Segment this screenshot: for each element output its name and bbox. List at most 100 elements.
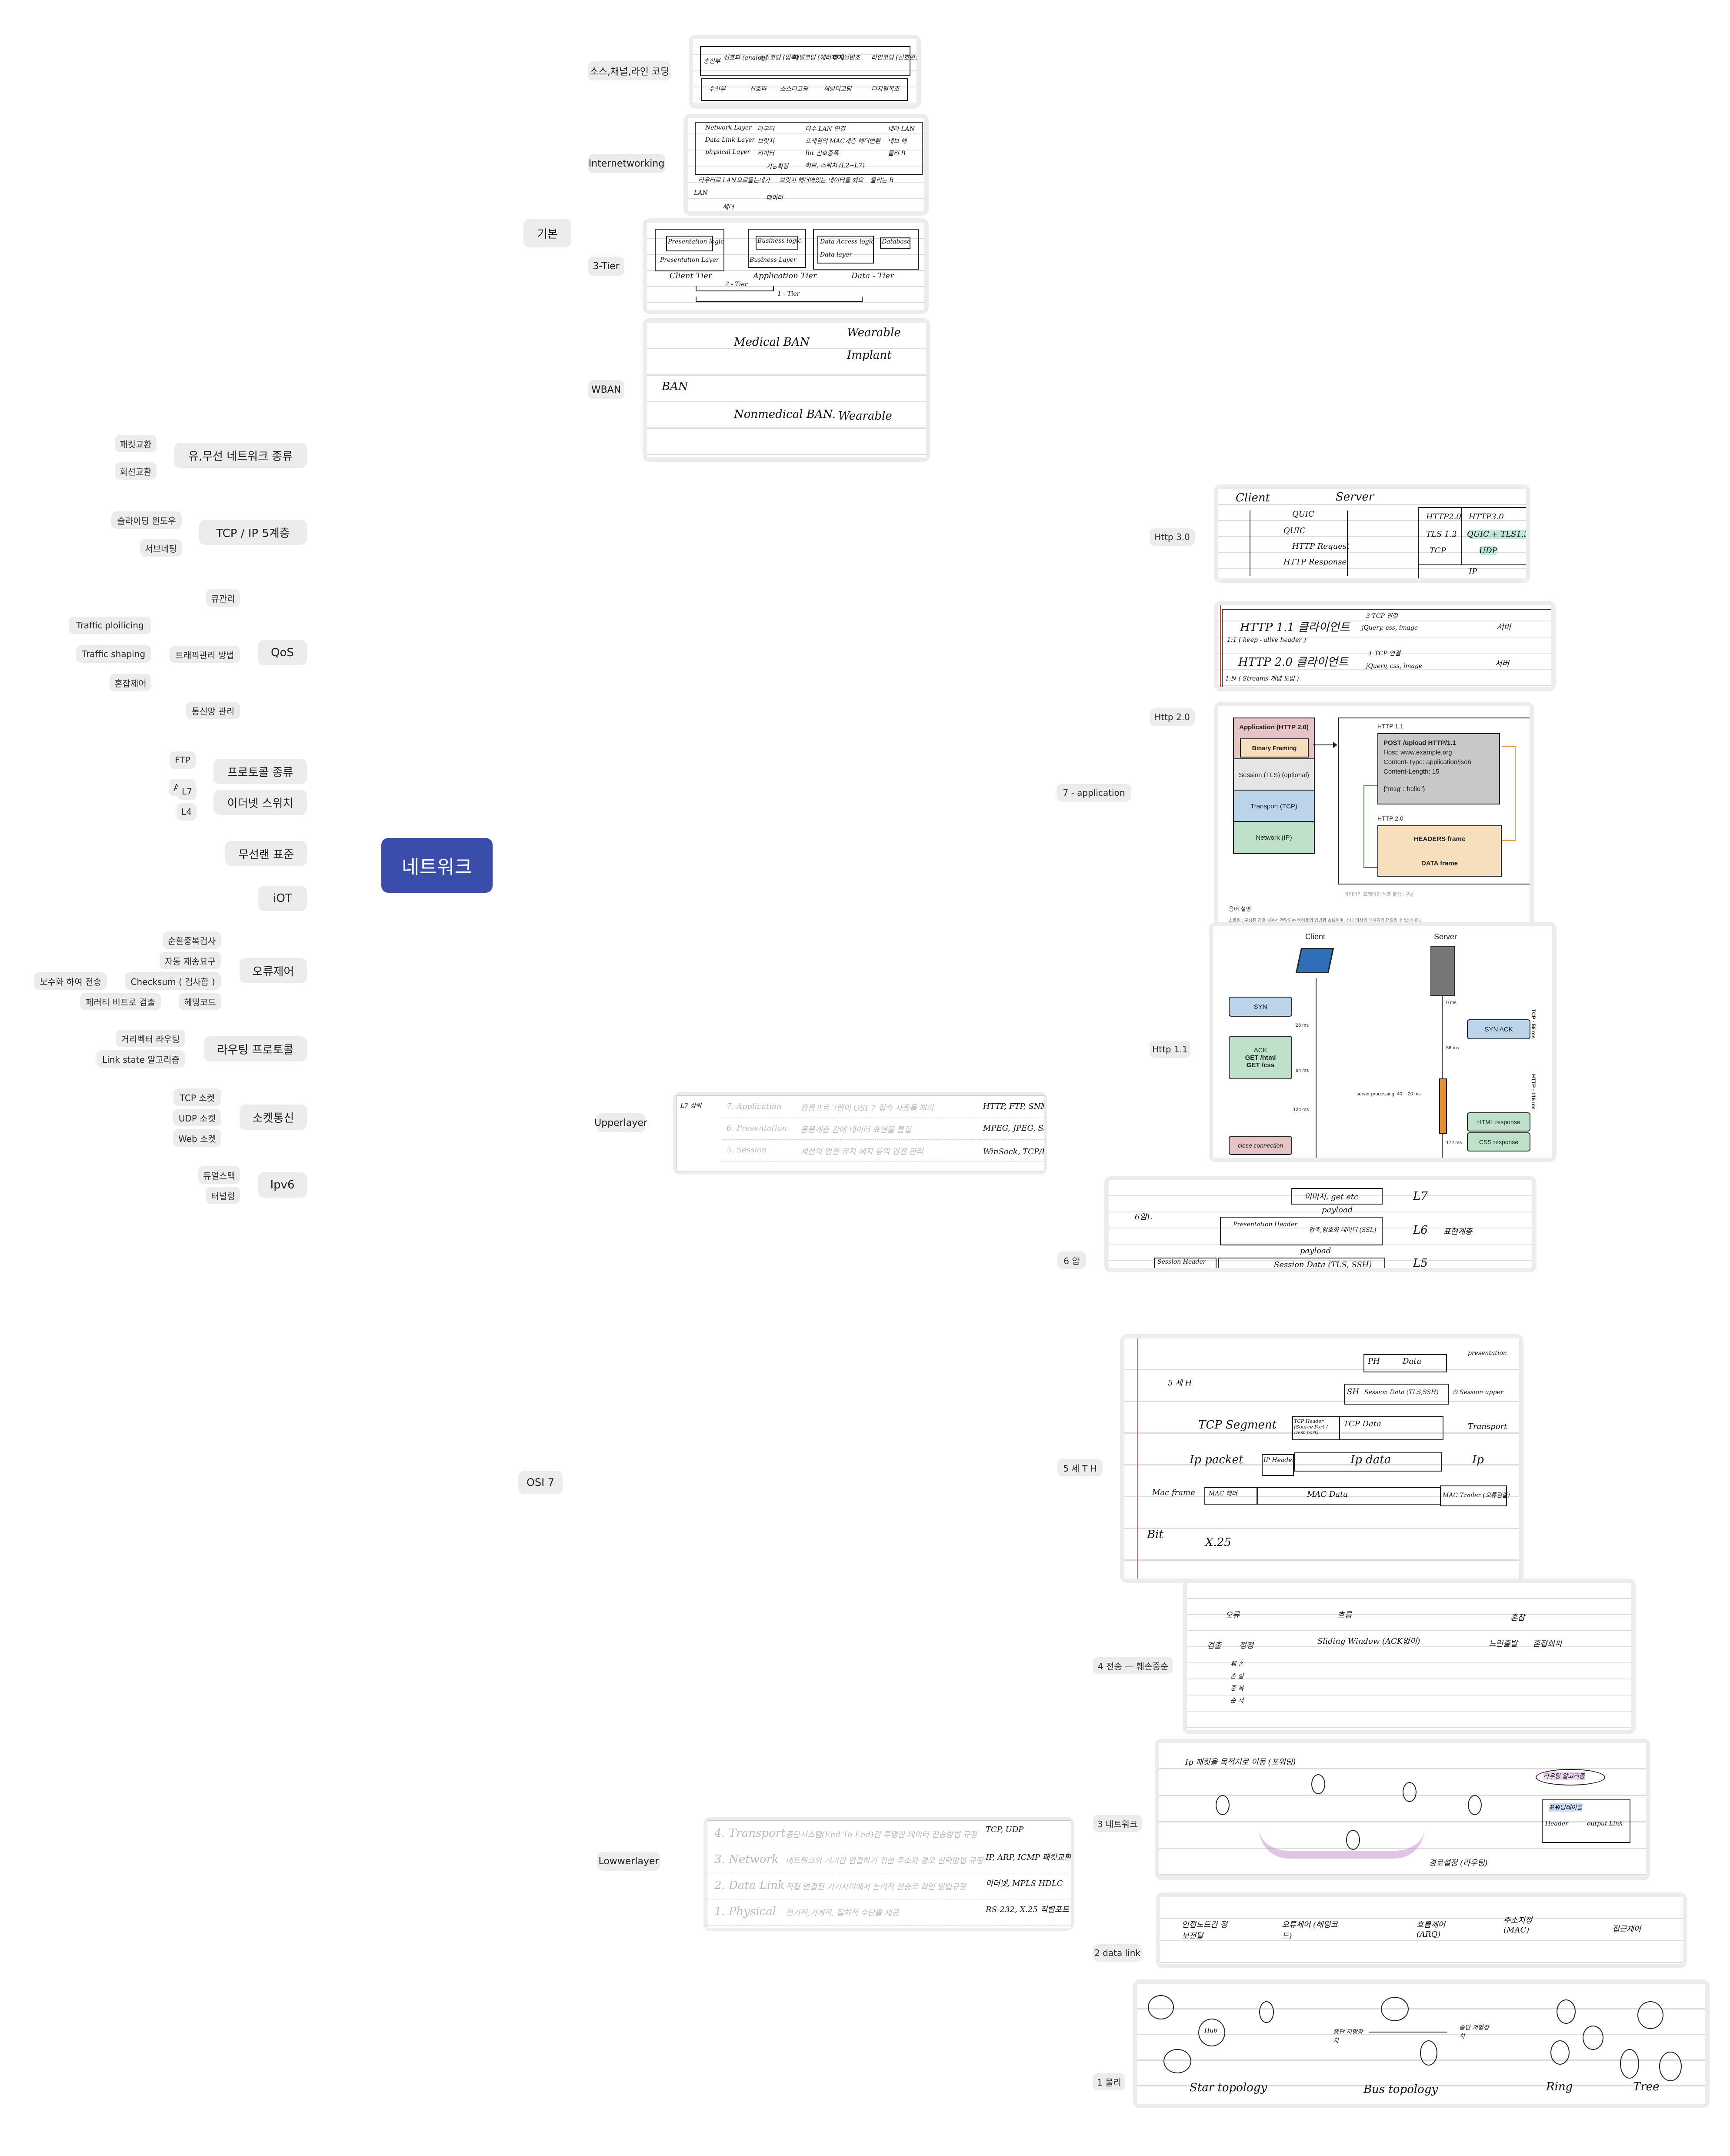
- topic-basic[interactable]: 기본: [523, 219, 571, 247]
- note-sheet: 오류 검출 정정 훼 손 손 실 중 복 순 서 흐름 Sliding Wind…: [1187, 1583, 1631, 1730]
- topic-error-control[interactable]: 오류제어: [240, 958, 307, 983]
- subtopic[interactable]: Traffic shaping: [76, 645, 151, 663]
- branch-3tier[interactable]: 3-Tier: [588, 257, 624, 276]
- topic-label: 이더넷 스위치: [227, 797, 293, 810]
- topic-routing-protocol[interactable]: 라우팅 프로토콜: [204, 1036, 307, 1061]
- subtopic[interactable]: 트래픽관리 방법: [170, 646, 240, 663]
- branch-http2[interactable]: Http 2.0: [1150, 708, 1195, 726]
- branch-1-physical[interactable]: 1 물리: [1093, 2073, 1125, 2090]
- branch-3-network[interactable]: 3 네트워크: [1093, 1815, 1142, 1832]
- note-image-encapsulation[interactable]: 5 세 H PH Data presentation SH Session Da…: [1120, 1334, 1523, 1583]
- subtopic[interactable]: L7: [177, 783, 197, 800]
- topic-wired-wireless[interactable]: 유,무선 네트워크 종류: [174, 443, 307, 468]
- topic-label: 라우팅 프로토콜: [217, 1043, 294, 1057]
- branch-7-application[interactable]: 7 - application: [1057, 784, 1131, 801]
- branch-internetworking[interactable]: Internetworking: [588, 154, 665, 173]
- subtopic[interactable]: FTP: [170, 751, 196, 769]
- hand-text: LAN: [694, 190, 708, 197]
- note-image-transport[interactable]: 오류 검출 정정 훼 손 손 실 중 복 순 서 흐름 Sliding Wind…: [1183, 1579, 1636, 1734]
- upper-osi-table: 7. Application 응용프로그램이 OSI 7 접속 사용을 처리 H…: [722, 1096, 1044, 1171]
- subtopic[interactable]: 패킷교환: [115, 435, 157, 452]
- subtopic[interactable]: 헤밍코드: [179, 993, 221, 1010]
- subtopic[interactable]: 거리벡터 라우팅: [116, 1030, 185, 1047]
- subtopic-label: 헤밍코드: [184, 997, 216, 1008]
- branch-wban[interactable]: WBAN: [588, 380, 624, 399]
- subtopic[interactable]: Link state 알고리즘: [97, 1050, 185, 1068]
- subtopic[interactable]: 보수화 하여 전송: [34, 972, 107, 990]
- note-image-3tier[interactable]: Presentation logic Presentation Layer Cl…: [643, 218, 929, 314]
- branch-http3[interactable]: Http 3.0: [1150, 528, 1195, 546]
- hand-text: Presentation Header: [1233, 1221, 1297, 1228]
- hand-text: physical Layer: [705, 149, 750, 156]
- topic-ethernet-switch[interactable]: 이더넷 스위치: [213, 790, 307, 815]
- hand-text: 3 TCP 연결: [1366, 613, 1398, 620]
- hand-text: Wearable: [847, 326, 901, 339]
- hand-text: L6: [1413, 1224, 1428, 1237]
- note-image-datalink[interactable]: 인접노드간 정보전달 오류제어 (해밍코드) 흐름제어 (ARQ) 주소지정 (…: [1156, 1892, 1687, 1968]
- note-image-presentation-layer[interactable]: 6암L 이미지, get etc payload Presentation He…: [1104, 1176, 1537, 1272]
- subtopic[interactable]: 큐관리: [206, 589, 240, 607]
- protocol-stack: Application (HTTP 2.0) Binary Framing Se…: [1233, 718, 1315, 854]
- subtopic[interactable]: TCP 소켓: [173, 1088, 221, 1106]
- note-image-upper-table[interactable]: L7 상위 7. Application 응용프로그램이 OSI 7 접속 사용…: [673, 1092, 1047, 1175]
- note-image-physical-topology[interactable]: Hub Star topology 종단 저항장치 종단 저항장치 Bus to…: [1133, 1979, 1710, 2108]
- table-cell: 3. Network: [714, 1853, 779, 1866]
- subtopic[interactable]: 순환중복검사: [163, 931, 221, 949]
- subtopic[interactable]: 통신망 관리: [186, 702, 240, 719]
- topic-qos[interactable]: QoS: [258, 640, 307, 665]
- topic-iot[interactable]: iOT: [258, 886, 307, 911]
- hand-text: 서버: [1497, 623, 1511, 632]
- hand-text: HTTP 2.0 클라이언트: [1238, 656, 1348, 669]
- server-processing-bar: [1439, 1078, 1447, 1134]
- subtopic[interactable]: 서브네팅: [140, 539, 182, 557]
- subtopic[interactable]: Checksum ( 검사합 ): [125, 972, 221, 990]
- note-image-network[interactable]: Ip 패킷을 목적지로 이동 (포워딩) 경로설정 (라우팅) 라우팅 알고리즘…: [1155, 1739, 1650, 1880]
- subtopic[interactable]: 슬라이딩 윈도우: [111, 511, 182, 529]
- topic-osi7[interactable]: OSI 7: [518, 1471, 563, 1494]
- subtopic[interactable]: 듀얼스택: [198, 1166, 240, 1184]
- data-frame: DATA frame: [1377, 851, 1502, 877]
- branch-lowerlayer[interactable]: Lowwerlayer: [597, 1852, 660, 1871]
- subtopic[interactable]: L4: [177, 803, 197, 821]
- data-mapping-arrow: [1363, 785, 1377, 868]
- branch-source-channel-line-coding[interactable]: 소스,채널,라인 코딩: [588, 61, 671, 80]
- hand-text: 브릿지 헤더에있는 데이터를 봐요: [779, 177, 863, 184]
- topic-wlan-standard[interactable]: 무선랜 표준: [225, 841, 307, 866]
- topic-protocols[interactable]: 프로토콜 종류: [213, 759, 307, 784]
- subtopic[interactable]: 회선교환: [115, 462, 157, 480]
- hand-text: 소스코딩 (압축): [758, 54, 799, 61]
- hand-text: Business logic: [757, 237, 802, 244]
- note-image-http2-handwritten[interactable]: HTTP 1.1 클라이언트 3 TCP 연결 jQuery, css, ima…: [1214, 601, 1556, 691]
- root-node[interactable]: 네트워크: [381, 838, 493, 893]
- subtopic[interactable]: 페러티 비트로 검출: [80, 993, 161, 1010]
- branch-6-presentation[interactable]: 6 암: [1057, 1252, 1086, 1269]
- subtopic[interactable]: 터널링: [206, 1187, 240, 1204]
- branch-label: 5 세 T H: [1063, 1463, 1097, 1474]
- branch-http11[interactable]: Http 1.1: [1150, 1041, 1190, 1058]
- topic-ipv6[interactable]: Ipv6: [258, 1172, 307, 1198]
- table-cell: 4. Transport: [714, 1827, 786, 1840]
- subtopic[interactable]: Traffic ploilicing: [69, 617, 151, 634]
- hand-text: Client: [1236, 491, 1270, 504]
- table-cell: 응용계층 간에 데이터 표현을 통일: [800, 1125, 911, 1135]
- note-image-coding[interactable]: 송신부 신호파 (analog) 소스코딩 (압축) 채널코딩 (에러제어) 디…: [689, 35, 921, 109]
- branch-2-datalink[interactable]: 2 data link: [1093, 1944, 1142, 1962]
- note-image-http3[interactable]: Client Server QUIC QUIC HTTP Request HTT…: [1214, 484, 1530, 583]
- topic-socket[interactable]: 소켓통신: [240, 1105, 307, 1130]
- branch-4-transport[interactable]: 4 전송 — 훼손중순: [1093, 1657, 1173, 1674]
- subtopic[interactable]: UDP 소켓: [173, 1109, 221, 1126]
- branch-upperlayer[interactable]: Upperlayer: [594, 1113, 647, 1132]
- note-sheet: 송신부 신호파 (analog) 소스코딩 (압축) 채널코딩 (에러제어) 디…: [693, 39, 917, 104]
- note-image-internetworking[interactable]: Network Layer 라우터 다수 LAN 연결 네라 LAN Data …: [683, 114, 929, 216]
- note-sheet: L7 상위 7. Application 응용프로그램이 OSI 7 접속 사용…: [677, 1095, 1044, 1172]
- subtopic[interactable]: 자동 재송요구: [160, 952, 221, 969]
- subtopic[interactable]: Web 소켓: [173, 1129, 221, 1147]
- terms-title: 용어 설명: [1229, 906, 1251, 912]
- topic-tcpip[interactable]: TCP / IP 5계층: [199, 520, 307, 545]
- router-node: [1216, 1795, 1230, 1815]
- branch-5-session[interactable]: 5 세 T H: [1057, 1459, 1103, 1476]
- note-image-http11-pipelining[interactable]: Client Server SYN SYN ACK ACK GET /html …: [1209, 922, 1557, 1162]
- note-image-wban[interactable]: BAN Medical BAN Wearable Implant Nonmedi…: [643, 318, 930, 462]
- note-image-lower-table[interactable]: 4. Transport 종단시스템(End To End)간 투명한 데이터 …: [703, 1817, 1074, 1931]
- subtopic[interactable]: 혼잡제어: [110, 674, 151, 691]
